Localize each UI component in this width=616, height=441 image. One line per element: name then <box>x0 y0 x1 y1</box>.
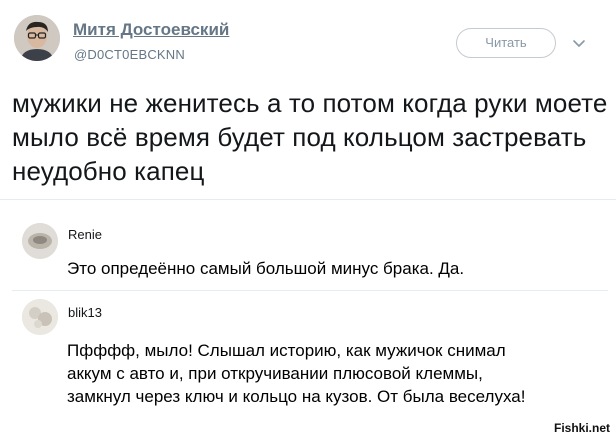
divider <box>12 290 608 291</box>
reply-avatar-image <box>22 299 58 335</box>
reply-avatar-image <box>22 223 58 259</box>
author-name[interactable]: Митя Достоевский <box>73 20 229 40</box>
chevron-down-icon[interactable] <box>571 35 587 51</box>
reply-text: Пфффф, мыло! Слышал историю, как мужичок… <box>67 341 526 406</box>
author-avatar-image <box>14 15 60 61</box>
divider <box>0 199 616 200</box>
tweet-text: мужики не женитесь а то потом когда руки… <box>12 88 608 186</box>
author-avatar[interactable] <box>14 15 60 61</box>
reply-author-name[interactable]: blik13 <box>68 305 102 320</box>
reply-text: Это опредеённо самый большой минус брака… <box>67 259 465 278</box>
reply-avatar[interactable] <box>22 223 58 259</box>
author-handle[interactable]: @D0CT0EBCKNN <box>74 47 185 62</box>
reply-author-name[interactable]: Renie <box>68 227 102 242</box>
reply-avatar[interactable] <box>22 299 58 335</box>
follow-button[interactable]: Читать <box>456 28 556 58</box>
watermark: Fishki.net <box>553 421 610 435</box>
